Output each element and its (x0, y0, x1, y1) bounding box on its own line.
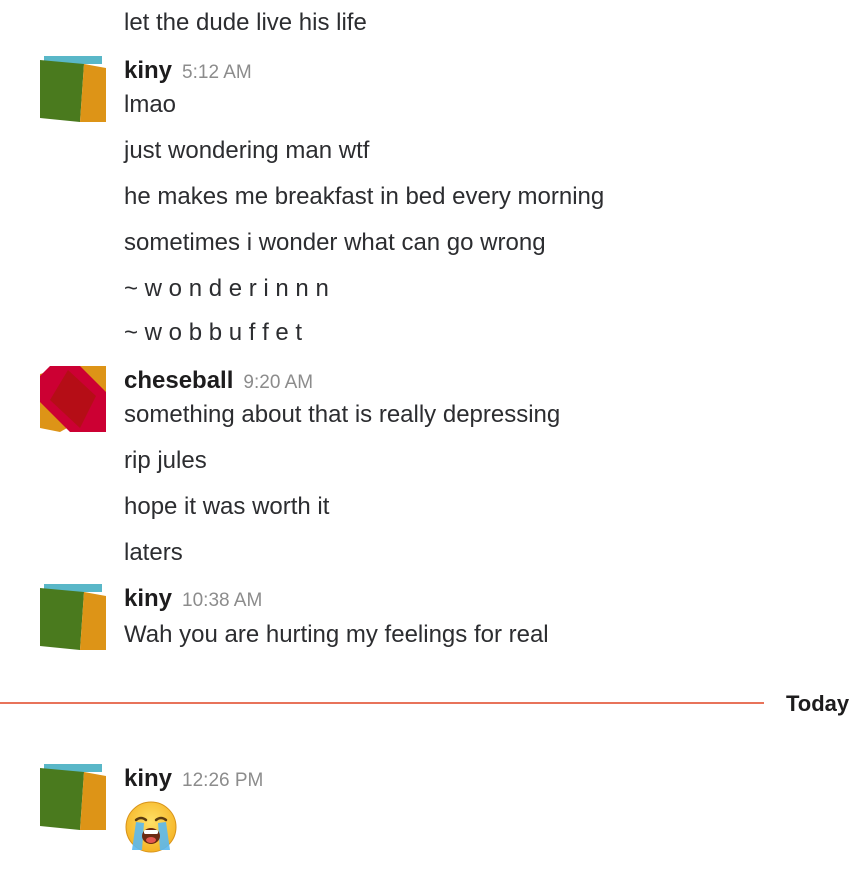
timestamp[interactable]: 9:20 AM (243, 372, 313, 393)
message-text: ~ w o n d e r i n n n (124, 275, 329, 302)
message-header: kiny 5:12 AM (124, 56, 252, 89)
message-text: let the dude live his life (124, 9, 367, 36)
avatar-kiny[interactable] (40, 764, 106, 830)
message-header: cheseball 9:20 AM (124, 366, 313, 399)
timestamp[interactable]: 10:38 AM (182, 590, 262, 611)
message-text: hope it was worth it (124, 493, 330, 520)
message-text: lmao (124, 91, 177, 118)
message-text: rip jules (124, 447, 207, 474)
avatar-kiny[interactable] (40, 584, 106, 650)
avatar-cheseball[interactable] (40, 366, 106, 432)
timestamp[interactable]: 5:12 AM (182, 62, 252, 83)
author-name[interactable]: kiny (124, 765, 172, 792)
message-header: kiny 12:26 PM (124, 764, 263, 797)
message-text: ~ w o b b u f f e t (124, 319, 303, 346)
message-text: laters (124, 539, 183, 566)
message-pane: let the dude live his life kiny 5:12 AM l… (0, 0, 866, 878)
author-name[interactable]: cheseball (124, 367, 233, 394)
timestamp[interactable]: 12:26 PM (182, 770, 263, 791)
author-name[interactable]: kiny (124, 585, 172, 612)
message-text: sometimes i wonder what can go wrong (124, 229, 546, 256)
day-divider-line (0, 702, 764, 704)
message-text: something about that is really depressin… (124, 401, 561, 428)
author-name[interactable]: kiny (124, 57, 172, 84)
message-text: just wondering man wtf (124, 137, 370, 164)
message-text: Wah you are hurting my feelings for real (124, 621, 549, 648)
avatar-kiny[interactable] (40, 56, 106, 122)
day-divider-label: Today (786, 691, 850, 716)
message-text: he makes me breakfast in bed every morni… (124, 183, 605, 210)
loudly-crying-face-icon (124, 800, 178, 854)
message-header: kiny 10:38 AM (124, 584, 262, 617)
